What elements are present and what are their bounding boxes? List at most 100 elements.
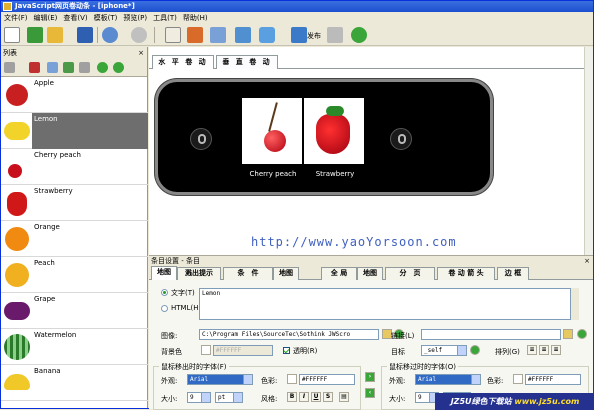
font-size-input[interactable]: 9: [187, 392, 211, 403]
font-color-swatch-2[interactable]: [513, 374, 523, 384]
scroll-right-button[interactable]: [390, 128, 412, 150]
align-right-icon[interactable]: ≡: [551, 345, 561, 355]
link-input[interactable]: [421, 329, 561, 340]
strike-button[interactable]: S: [323, 392, 333, 402]
chevron-down-icon[interactable]: [457, 346, 466, 355]
chevron-down-icon[interactable]: [243, 375, 252, 384]
copy-right-arrow-icon[interactable]: ›: [365, 372, 375, 382]
delete-item-icon[interactable]: [29, 62, 40, 73]
font-unit-select[interactable]: pt: [215, 392, 243, 403]
bgcolor-swatch[interactable]: [201, 345, 211, 355]
settings-icon[interactable]: [327, 27, 343, 43]
underline-button[interactable]: U: [311, 392, 321, 402]
font-size-value: 9: [418, 394, 422, 401]
chevron-down-icon[interactable]: [201, 393, 210, 402]
align-left-icon[interactable]: ≡: [527, 345, 537, 355]
settings-title: 条目设置 - 条目: [151, 257, 200, 265]
tab-horizontal[interactable]: 水 平 卷 动: [152, 55, 214, 69]
close-icon[interactable]: ×: [584, 256, 590, 266]
undo-icon[interactable]: [102, 27, 118, 43]
copy-left-arrow-icon[interactable]: ‹: [365, 388, 375, 398]
link-help-icon[interactable]: [577, 329, 587, 339]
bold-button[interactable]: B: [287, 392, 297, 402]
tab-map-2[interactable]: 地图: [273, 267, 299, 280]
move-up-icon[interactable]: [97, 62, 108, 73]
template-icon[interactable]: [27, 27, 43, 43]
copy-item-icon[interactable]: [63, 62, 74, 73]
list-item[interactable]: Orange: [1, 221, 148, 257]
menu-file[interactable]: 文件(F): [1, 12, 31, 24]
text-radio[interactable]: [161, 289, 168, 296]
list-item[interactable]: Watermelon: [1, 329, 148, 365]
font-color-input[interactable]: #FFFFFF: [299, 374, 355, 385]
add-item-icon[interactable]: [4, 62, 15, 73]
list-item[interactable]: Peach: [1, 257, 148, 293]
code-icon[interactable]: [235, 27, 251, 43]
menu-edit[interactable]: 编辑(E): [31, 12, 61, 24]
tab-paging[interactable]: 分 页: [385, 267, 435, 280]
tab-border[interactable]: 边 框: [497, 267, 529, 280]
browse-link-icon[interactable]: [563, 329, 573, 339]
target-label: 目标: [391, 348, 405, 356]
font-face-select[interactable]: Arial: [187, 374, 253, 385]
new-icon[interactable]: [4, 27, 20, 43]
list-item[interactable]: Apple: [1, 77, 148, 113]
tab-condition[interactable]: 条 件: [223, 267, 273, 280]
chevron-down-icon[interactable]: [471, 375, 480, 384]
font-color-swatch[interactable]: [287, 374, 297, 384]
chevron-down-icon[interactable]: [233, 393, 242, 402]
layout-icon[interactable]: [165, 27, 181, 43]
text-scrollbar[interactable]: [570, 288, 579, 320]
publish-label[interactable]: 发布: [307, 31, 321, 41]
menu-view[interactable]: 查看(V): [60, 12, 90, 24]
text-input[interactable]: Lemon: [199, 288, 579, 320]
image-icon[interactable]: [187, 27, 203, 43]
list-item[interactable]: Cherry peach: [1, 149, 148, 185]
help-icon[interactable]: [351, 27, 367, 43]
scroll-left-button[interactable]: [190, 128, 212, 150]
list-item[interactable]: Banana: [1, 365, 148, 401]
open-folder-icon[interactable]: [47, 27, 63, 43]
transparent-checkbox[interactable]: [283, 347, 290, 354]
save-icon[interactable]: [77, 27, 93, 43]
publish-icon[interactable]: [291, 27, 307, 43]
list-item[interactable]: Strawberry: [1, 185, 148, 221]
tab-tooltip[interactable]: 溅出提示: [177, 267, 221, 280]
target-help-icon[interactable]: [470, 345, 480, 355]
item-label: Cherry peach: [34, 151, 81, 159]
menu-help[interactable]: 帮助(H): [180, 12, 211, 24]
grape-thumbnail: [2, 294, 32, 327]
html-radio[interactable]: [161, 305, 168, 312]
close-icon[interactable]: ×: [138, 47, 144, 59]
italic-button[interactable]: I: [299, 392, 309, 402]
list-item-selected[interactable]: Lemon: [1, 113, 148, 149]
menu-preview[interactable]: 预览(P): [120, 12, 150, 24]
redo-icon[interactable]: [131, 27, 147, 43]
list-panel-header: 列表 ×: [1, 47, 147, 59]
more-style-icon[interactable]: ▤: [339, 392, 349, 402]
bgcolor-input[interactable]: #FFFFFF: [213, 345, 273, 356]
tab-scroll-arrow[interactable]: 卷 动 箭 头: [437, 267, 495, 280]
image-path-input[interactable]: C:\Program Files\SourceTec\Sothink JWScr…: [199, 329, 379, 340]
align-center-icon[interactable]: ≡: [539, 345, 549, 355]
font-out-group: [153, 366, 361, 410]
cut-icon[interactable]: [47, 62, 58, 73]
menu-template[interactable]: 模板(T): [91, 12, 121, 24]
tab-map[interactable]: 地图: [151, 266, 177, 280]
font-color-input-2[interactable]: #FFFFFF: [525, 374, 581, 385]
target-select[interactable]: _self: [421, 345, 467, 356]
image-label: 图像:: [161, 332, 178, 340]
move-down-icon[interactable]: [113, 62, 124, 73]
copy-icon[interactable]: [210, 27, 226, 43]
font-face-select-2[interactable]: Arial: [415, 374, 481, 385]
menu-tools[interactable]: 工具(T): [150, 12, 180, 24]
title-bar: JavaScript网页卷动条 - [iphone*]: [1, 1, 593, 12]
preview-scrollbar[interactable]: [584, 47, 593, 255]
list-item[interactable]: Grape: [1, 293, 148, 329]
tab-map-3[interactable]: 地图: [357, 267, 383, 280]
paste-icon[interactable]: [79, 62, 90, 73]
tab-global[interactable]: 全 局: [321, 267, 357, 280]
tab-vertical[interactable]: 垂 直 卷 动: [216, 55, 278, 69]
preview-icon[interactable]: [259, 27, 275, 43]
list-panel: 列表 × Apple Lemon Cherry peach Strawberry…: [1, 47, 148, 408]
